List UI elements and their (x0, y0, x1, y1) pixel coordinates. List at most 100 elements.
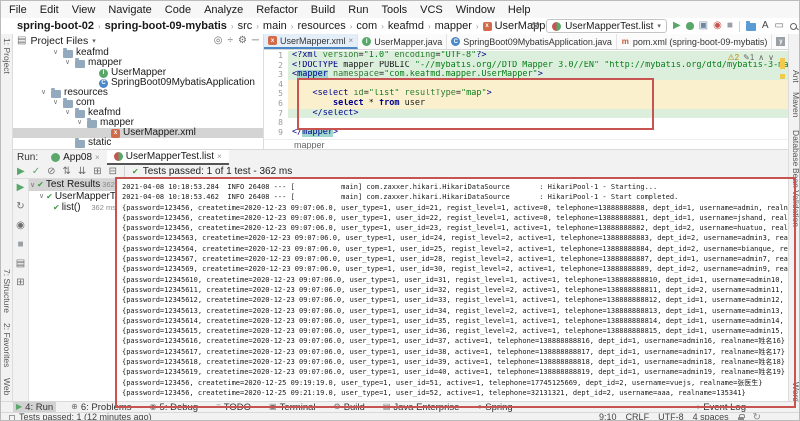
sort-alpha-icon[interactable]: ⇅ (62, 167, 70, 177)
stripe-database[interactable]: Database (791, 130, 800, 166)
menu-help[interactable]: Help (508, 4, 531, 16)
collapse-all-icon[interactable]: ÷ (227, 36, 233, 46)
editor-tab-usermapper-java[interactable]: IUserMapper.java (358, 34, 447, 49)
toolwindow-button-terminal[interactable]: ▣Terminal (266, 402, 318, 413)
blue-folder-icon[interactable] (746, 23, 756, 31)
breadcrumb-item[interactable]: src (238, 20, 253, 32)
rerun-failed-icon[interactable]: ↻ (16, 202, 24, 212)
menu-analyze[interactable]: Analyze (204, 4, 243, 16)
coverage-icon[interactable]: ▣ (699, 21, 708, 31)
show-passed-icon[interactable]: ✓ (32, 167, 40, 177)
menu-file[interactable]: File (9, 4, 27, 16)
stripe-beanvalidation[interactable]: Bean Validation (791, 168, 800, 227)
stripe-web[interactable]: Web (2, 378, 12, 395)
profiler-icon[interactable]: ◉ (713, 21, 722, 31)
status-utf-8[interactable]: UTF-8 (658, 413, 684, 421)
stripe-project[interactable]: 1: Project (2, 38, 12, 74)
menu-navigate[interactable]: Navigate (108, 4, 151, 16)
stripe-favorites[interactable]: 2: Favorites (2, 323, 12, 367)
tree-item-keafmd[interactable]: ∨keafmd (13, 108, 263, 118)
menu-tools[interactable]: Tools (381, 4, 407, 16)
menu-code[interactable]: Code (165, 4, 191, 16)
pin-icon[interactable]: ⊞ (16, 278, 24, 288)
toggle-auto-icon[interactable]: ◉ (16, 221, 25, 231)
code-area[interactable]: 1<?xml version="1.0" encoding="UTF-8"?>2… (264, 51, 788, 137)
editor-tab-pom-xml-spring-boot-09-mybatis-[interactable]: mpom.xml (spring-boot-09-mybatis) (617, 34, 773, 49)
toolwindow-button-build[interactable]: ⚙Build (331, 402, 368, 413)
menu-build[interactable]: Build (311, 4, 335, 16)
test-node-list-[interactable]: ✔list()362 ms (29, 202, 117, 214)
tree-item-springboot09mybatisapplication[interactable]: CSpringBoot09MybatisApplication (13, 78, 263, 88)
translate-icon[interactable]: A (762, 21, 769, 31)
run-tab-usermappertest-list[interactable]: UserMapperTest.list× (107, 150, 229, 165)
breadcrumb-item[interactable]: spring-boot-09-mybatis (105, 20, 227, 32)
menu-window[interactable]: Window (456, 4, 495, 16)
tree-item-static[interactable]: static (13, 138, 263, 148)
menu-vcs[interactable]: VCS (420, 4, 443, 16)
menu-view[interactable]: View (72, 4, 96, 16)
settings-icon[interactable]: ⚙ (238, 36, 247, 46)
toolwindow-button-4-run[interactable]: ▶4: Run (13, 402, 56, 413)
search-icon[interactable] (790, 23, 797, 30)
editor-tab-springboot09mybatisapplication-java[interactable]: CSpringBoot09MybatisApplication.java (447, 34, 617, 49)
chevron-expanded-icon[interactable]: ∨ (77, 118, 84, 128)
code-line-9[interactable]: 9</mapper> (264, 128, 788, 138)
toolwindow-button-java-enterprise[interactable]: ▤Java Enterprise (380, 402, 463, 413)
lock-icon[interactable] (738, 417, 744, 421)
status-crlf[interactable]: CRLF (626, 413, 650, 421)
breadcrumb-item[interactable]: spring-boot-02 (17, 20, 94, 32)
stripe-ant[interactable]: Ant (791, 70, 800, 83)
prev-issue-icon[interactable]: ∧ (758, 53, 764, 62)
tree-item-com[interactable]: ∨com (13, 98, 263, 108)
menu-refactor[interactable]: Refactor (256, 4, 298, 16)
code-line-5[interactable]: 5 <select id="list" resultType="map"> (264, 89, 788, 99)
code-line-7[interactable]: 7 </select> (264, 109, 788, 119)
console-output[interactable]: 2021-04-08 10:18:53.284 INFO 26408 --- [… (117, 179, 788, 402)
breadcrumb-item[interactable]: mapper (435, 20, 472, 32)
close-icon[interactable]: × (349, 36, 354, 45)
test-node-test-results[interactable]: ∨✔Test Results362ms (29, 179, 117, 191)
status-4-spaces[interactable]: 4 spaces (693, 413, 729, 421)
chevron-expanded-icon[interactable]: ∨ (39, 192, 44, 200)
code-line-4[interactable]: 4 (264, 80, 788, 90)
editor-tab-usermapper-xml[interactable]: xUserMapper.xml× (264, 34, 358, 49)
rerun-icon[interactable]: ▶ (17, 167, 25, 177)
toolwindow-button-todo[interactable]: ≡TODO (213, 402, 254, 413)
tree-item-resources[interactable]: ∨resources (13, 88, 263, 98)
hide-icon[interactable]: ─ (252, 36, 259, 46)
project-view-title[interactable]: Project Files (30, 35, 88, 47)
debug-icon[interactable] (686, 22, 694, 30)
layout-icon[interactable]: ▭ (775, 21, 784, 31)
tree-item-usermapper-xml[interactable]: xUserMapper.xml (13, 128, 263, 138)
menu-edit[interactable]: Edit (40, 4, 59, 16)
toolwindow-button-spring[interactable]: ●Spring (474, 402, 515, 413)
next-issue-icon[interactable]: ∨ (768, 53, 774, 62)
toolwindow-button-6-problems[interactable]: ⊕6: Problems (68, 402, 134, 413)
chevron-expanded-icon[interactable]: ∨ (65, 58, 72, 68)
breadcrumb-item[interactable]: com (356, 20, 377, 32)
test-node-usermappertest[interactable]: ∨✔UserMapperTest362 ms (29, 191, 117, 203)
update-icon[interactable]: ↻ (753, 413, 761, 421)
chevron-expanded-icon[interactable]: ∨ (30, 181, 35, 189)
run-config-selector[interactable]: UserMapperTest.list ▾ (546, 19, 667, 33)
rerun-icon[interactable]: ▶ (17, 183, 25, 193)
chevron-expanded-icon[interactable]: ∨ (41, 88, 48, 98)
breadcrumb-item[interactable]: resources (297, 20, 345, 32)
stop-icon[interactable]: ■ (727, 21, 733, 31)
tree-item-keafmd[interactable]: ∨keafmd (13, 48, 263, 58)
breadcrumb-item[interactable]: main (263, 20, 287, 32)
collapse-nodes-icon[interactable]: ⊟ (109, 167, 117, 177)
close-icon[interactable]: × (95, 153, 100, 162)
stripe-structure[interactable]: 7: Structure (2, 269, 12, 313)
code-line-3[interactable]: 3<mapper namespace="com.keafmd.mapper.Us… (264, 70, 788, 80)
breadcrumb-item[interactable]: keafmd (388, 20, 424, 32)
run-icon[interactable]: ▶ (673, 21, 681, 31)
sort-time-icon[interactable]: ⇊ (78, 167, 86, 177)
stripe-maven[interactable]: Maven (791, 92, 800, 118)
code-line-8[interactable]: 8 (264, 118, 788, 128)
chevron-expanded-icon[interactable]: ∨ (65, 108, 72, 118)
menu-run[interactable]: Run (348, 4, 368, 16)
locate-icon[interactable]: ◎ (214, 36, 223, 46)
chevron-expanded-icon[interactable]: ∨ (53, 48, 60, 58)
toolwindow-button-5-debug[interactable]: ◉5: Debug (147, 402, 202, 413)
